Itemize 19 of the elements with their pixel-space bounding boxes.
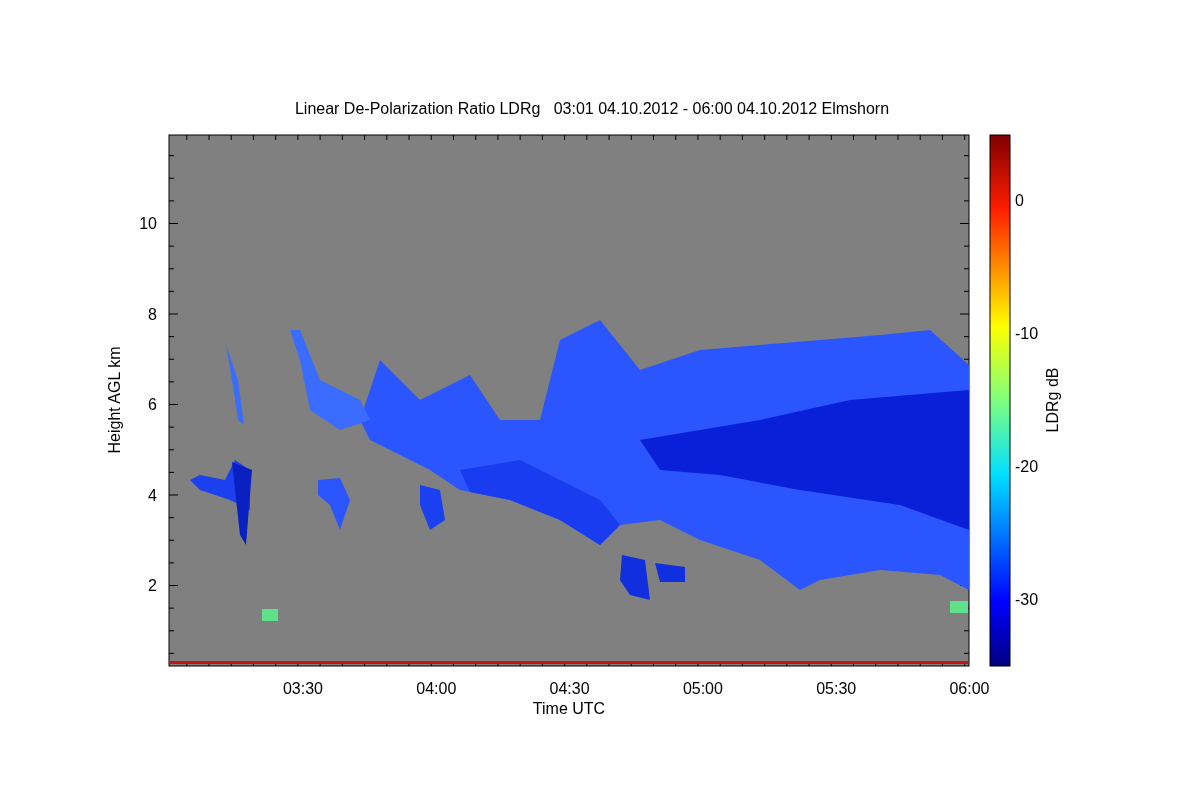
colorbar-label: LDRg dB (1044, 367, 1061, 433)
y-tick-label: 8 (148, 305, 157, 323)
y-tick-label: 2 (148, 577, 157, 594)
chart-title: Linear De-Polarization Ratio LDRg 03:01 04.10.2012 - 06:00 04.10.2012 Elmshorn (294, 100, 890, 117)
colorbar-tick-label: -30 (1015, 591, 1039, 608)
x-tick-label: 06:00 (949, 680, 990, 697)
colorbar-tick-label: -10 (1015, 325, 1039, 342)
y-tick-label: 4 (148, 486, 157, 504)
x-tick-label: 03:30 (283, 680, 323, 697)
x-tick-label: 05:30 (816, 680, 857, 697)
colorbar-tick-label: 0 (1015, 192, 1024, 209)
x-tick-label: 04:30 (549, 680, 590, 697)
y-tick-label: 10 (139, 215, 157, 232)
x-axis-label: Time UTC (532, 700, 606, 717)
x-tick-label: 04:00 (416, 680, 457, 697)
y-axis-label: Height AGL km (106, 346, 123, 454)
x-tick-label: 05:00 (682, 680, 723, 697)
y-tick-label: 6 (148, 396, 157, 413)
colorbar-tick-label: -20 (1015, 458, 1039, 475)
